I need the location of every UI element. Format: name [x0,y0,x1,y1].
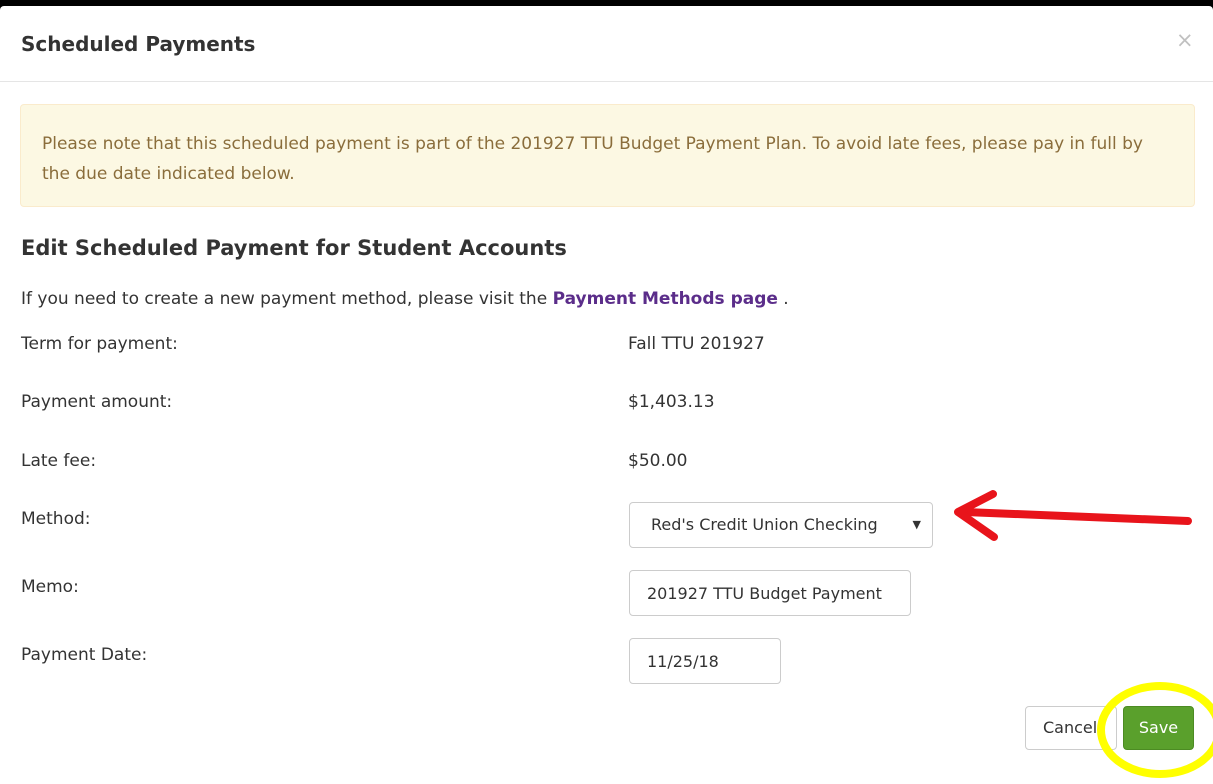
section-heading: Edit Scheduled Payment for Student Accou… [21,236,567,260]
dialog-header: Scheduled Payments × [0,6,1213,82]
payment-method-selected: Red's Credit Union Checking [651,515,878,534]
payment-method-hint: If you need to create a new payment meth… [21,289,789,309]
hint-suffix: . [777,289,789,309]
dropdown-arrow-icon: ▼ [912,518,921,531]
dialog-title: Scheduled Payments [21,32,256,56]
payment-amount-label: Payment amount: [21,392,173,412]
method-label: Method: [21,509,91,529]
close-icon[interactable]: × [1176,30,1194,51]
payment-plan-notice: Please note that this scheduled payment … [20,104,1195,207]
payment-date-input[interactable] [629,638,781,684]
payment-method-select[interactable]: Red's Credit Union Checking ▼ [629,502,933,548]
payment-date-label: Payment Date: [21,645,148,665]
save-button[interactable]: Save [1123,706,1194,750]
cancel-button[interactable]: Cancel [1025,706,1117,750]
term-value: Fall TTU 201927 [628,334,765,354]
late-fee-label: Late fee: [21,451,97,471]
payment-amount-value: $1,403.13 [628,392,715,412]
memo-input[interactable] [629,570,911,616]
memo-label: Memo: [21,577,79,597]
term-label: Term for payment: [21,334,178,354]
late-fee-value: $50.00 [628,451,688,471]
hint-prefix: If you need to create a new payment meth… [21,289,553,309]
scheduled-payments-dialog: Scheduled Payments × Please note that th… [0,6,1213,784]
payment-methods-link[interactable]: Payment Methods page [553,289,778,309]
notice-text: Please note that this scheduled payment … [42,134,1143,184]
